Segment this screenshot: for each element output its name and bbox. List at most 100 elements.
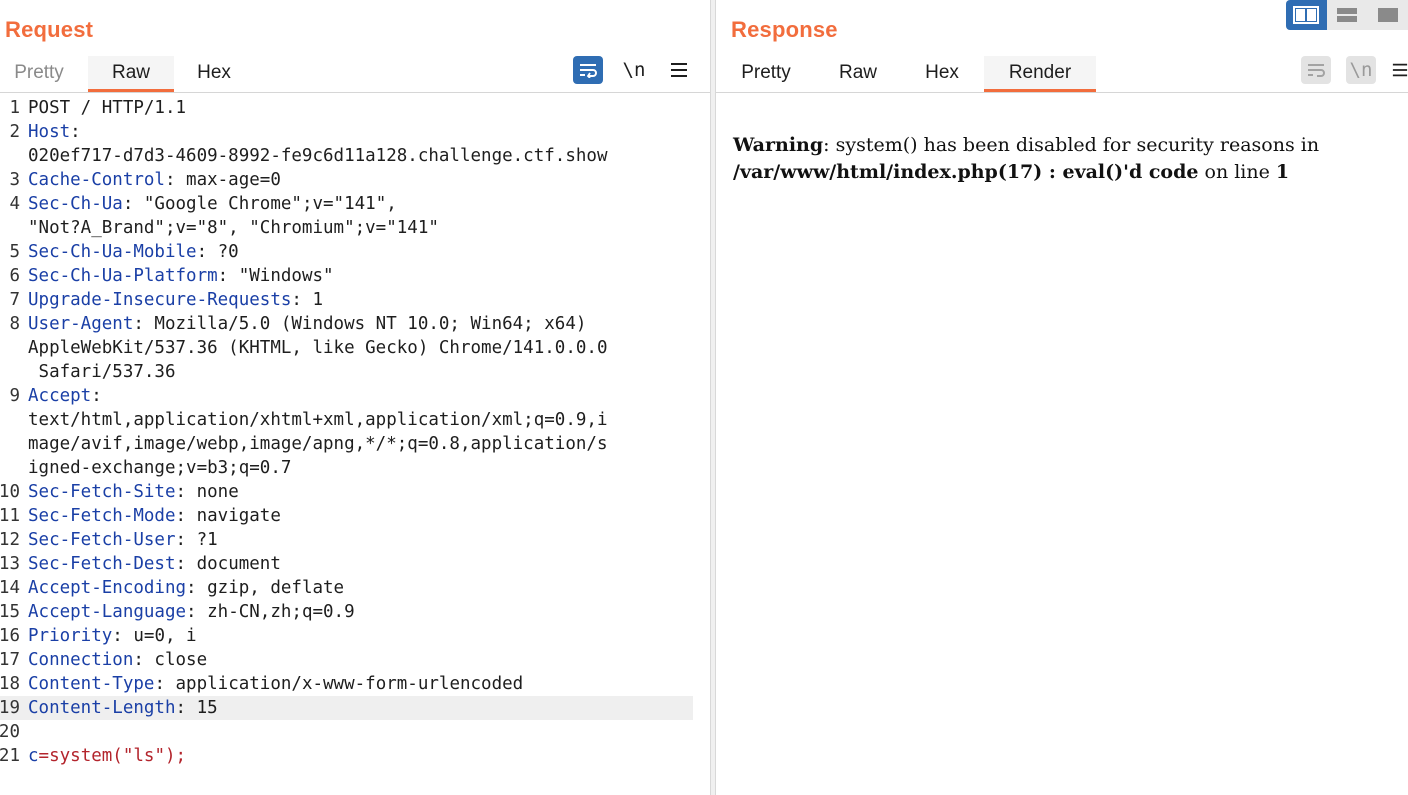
line-number: 11 <box>0 506 20 526</box>
line-content: AppleWebKit/537.36 (KHTML, like Gecko) C… <box>28 336 607 360</box>
editor-line[interactable]: 11 Sec-Fetch-Mode: navigate <box>0 504 710 528</box>
line-content: Host: <box>28 120 81 144</box>
editor-line[interactable]: 17 Connection: close <box>0 648 710 672</box>
editor-line[interactable]: 15 Accept-Language: zh-CN,zh;q=0.9 <box>0 600 710 624</box>
header-value: : max-age=0 <box>164 170 281 190</box>
editor-line[interactable]: 19 Content-Length: 15 <box>0 696 693 720</box>
rendered-response: Warning: system() has been disabled for … <box>733 132 1353 186</box>
header-value: : 1 <box>291 290 324 310</box>
editor-line[interactable]: 21 c=system("ls"); <box>0 744 710 768</box>
header-value: : zh-CN,zh;q=0.9 <box>186 602 355 622</box>
header-value: mage/avif,image/webp,image/apng,*/*;q=0.… <box>28 434 608 454</box>
editor-line[interactable]: 6 Sec-Ch-Ua-Platform: "Windows" <box>0 264 710 288</box>
layout-switcher <box>1286 0 1408 30</box>
show-newlines-button[interactable]: \n <box>1346 56 1376 84</box>
line-number: 3 <box>9 170 20 190</box>
header-name: Cache-Control <box>28 170 165 190</box>
request-editor[interactable]: 1 POST / HTTP/1.1 2 Host: 020ef717-d7d3-4609… <box>0 96 710 768</box>
warning-path: /var/www/html/index.php(17) : eval()'d c… <box>733 161 1199 183</box>
header-name: Upgrade-Insecure-Requests <box>28 290 292 310</box>
line-content: POST / HTTP/1.1 <box>28 96 186 120</box>
header-name: Sec-Fetch-Mode <box>28 506 176 526</box>
line-number: 12 <box>0 530 20 550</box>
editor-line[interactable]: Safari/537.36 <box>0 360 710 384</box>
tab-response-hex[interactable]: Hex <box>900 56 984 92</box>
editor-line[interactable]: 16 Priority: u=0, i <box>0 624 710 648</box>
response-pane: Response Pretty Raw Hex Render \n Warnin… <box>716 0 1408 795</box>
header-value: POST / HTTP/1.1 <box>28 98 187 118</box>
line-content: Upgrade-Insecure-Requests: 1 <box>28 288 323 312</box>
hamburger-menu-icon[interactable] <box>1392 56 1408 84</box>
editor-line[interactable]: 9 Accept: <box>0 384 710 408</box>
line-number: 4 <box>9 194 20 214</box>
header-value: : "Windows" <box>217 266 334 286</box>
request-tabs-underline <box>0 92 710 93</box>
line-content: Sec-Fetch-Dest: document <box>28 552 281 576</box>
line-number: 13 <box>0 554 20 574</box>
line-content: text/html,application/xhtml+xml,applicat… <box>28 408 607 432</box>
editor-line[interactable]: mage/avif,image/webp,image/apng,*/*;q=0.… <box>0 432 710 456</box>
header-name: Sec-Fetch-Site <box>28 482 176 502</box>
tab-response-pretty[interactable]: Pretty <box>716 56 816 92</box>
header-value: : ?1 <box>175 530 218 550</box>
editor-line[interactable]: 7 Upgrade-Insecure-Requests: 1 <box>0 288 710 312</box>
editor-line[interactable]: 2 Host: <box>0 120 710 144</box>
editor-line[interactable]: AppleWebKit/537.36 (KHTML, like Gecko) C… <box>0 336 710 360</box>
editor-line[interactable]: 4 Sec-Ch-Ua: "Google Chrome";v="141", <box>0 192 710 216</box>
line-content: Content-Type: application/x-www-form-url… <box>28 672 523 696</box>
tabbed-layout-icon[interactable] <box>1367 0 1408 30</box>
line-content: Priority: u=0, i <box>28 624 197 648</box>
warning-message: : system() has been disabled for securit… <box>823 134 1320 156</box>
editor-line[interactable]: 13 Sec-Fetch-Dest: document <box>0 552 710 576</box>
tab-response-render[interactable]: Render <box>984 56 1096 92</box>
line-content: igned-exchange;v=b3;q=0.7 <box>28 456 291 480</box>
header-value: text/html,application/xhtml+xml,applicat… <box>28 410 608 430</box>
line-content: Sec-Ch-Ua-Platform: "Windows" <box>28 264 334 288</box>
request-pane: Request Pretty Raw Hex \n 1 POST / HTTP/1… <box>0 0 710 795</box>
editor-line[interactable]: "Not?A_Brand";v="8", "Chromium";v="141" <box>0 216 710 240</box>
editor-line[interactable]: 10 Sec-Fetch-Site: none <box>0 480 710 504</box>
show-newlines-button[interactable]: \n <box>619 56 649 84</box>
wrap-lines-icon[interactable] <box>1301 56 1331 84</box>
editor-line[interactable]: igned-exchange;v=b3;q=0.7 <box>0 456 710 480</box>
editor-line[interactable]: 020ef717-d7d3-4609-8992-fe9c6d11a128.cha… <box>0 144 710 168</box>
tab-response-raw[interactable]: Raw <box>816 56 900 92</box>
header-value: : application/x-www-form-urlencoded <box>154 674 524 694</box>
hamburger-menu-icon[interactable] <box>664 56 694 84</box>
request-title: Request <box>5 17 94 42</box>
line-content: mage/avif,image/webp,image/apng,*/*;q=0.… <box>28 432 607 456</box>
editor-line[interactable]: 20 <box>0 720 710 744</box>
editor-line[interactable]: text/html,application/xhtml+xml,applicat… <box>0 408 710 432</box>
editor-line[interactable]: 3 Cache-Control: max-age=0 <box>0 168 710 192</box>
header-value: : u=0, i <box>112 626 197 646</box>
line-content: Content-Length: 15 <box>28 696 218 720</box>
line-content: "Not?A_Brand";v="8", "Chromium";v="141" <box>28 216 439 240</box>
editor-line[interactable]: 18 Content-Type: application/x-www-form-u… <box>0 672 710 696</box>
wrap-lines-icon[interactable] <box>573 56 603 84</box>
line-content: Cache-Control: max-age=0 <box>28 168 281 192</box>
editor-line[interactable]: 14 Accept-Encoding: gzip, deflate <box>0 576 710 600</box>
header-name: Sec-Ch-Ua-Mobile <box>28 242 197 262</box>
line-content: User-Agent: Mozilla/5.0 (Windows NT 10.0… <box>28 312 586 336</box>
header-value: : close <box>133 650 208 670</box>
line-number: 20 <box>0 722 20 742</box>
header-name: Content-Length <box>28 698 176 718</box>
top-bottom-layout-icon[interactable] <box>1327 0 1368 30</box>
tab-request-pretty[interactable]: Pretty <box>0 56 78 92</box>
header-name: Accept-Language <box>28 602 187 622</box>
tab-request-raw[interactable]: Raw <box>88 56 174 92</box>
side-by-side-layout-icon[interactable] <box>1286 0 1327 30</box>
editor-line[interactable]: 5 Sec-Ch-Ua-Mobile: ?0 <box>0 240 710 264</box>
tab-request-hex[interactable]: Hex <box>174 56 254 92</box>
editor-line[interactable]: 8 User-Agent: Mozilla/5.0 (Windows NT 10.… <box>0 312 710 336</box>
header-name: Accept <box>28 386 92 406</box>
editor-line[interactable]: 1 POST / HTTP/1.1 <box>0 96 710 120</box>
line-number: 6 <box>9 266 20 286</box>
editor-line[interactable]: 12 Sec-Fetch-User: ?1 <box>0 528 710 552</box>
header-name: Sec-Ch-Ua-Platform <box>28 266 218 286</box>
line-number: 18 <box>0 674 20 694</box>
request-tabs: Pretty Raw Hex <box>0 56 254 94</box>
header-value: =system("ls"); <box>38 746 187 766</box>
line-number: 5 <box>9 242 20 262</box>
line-number: 7 <box>9 290 20 310</box>
